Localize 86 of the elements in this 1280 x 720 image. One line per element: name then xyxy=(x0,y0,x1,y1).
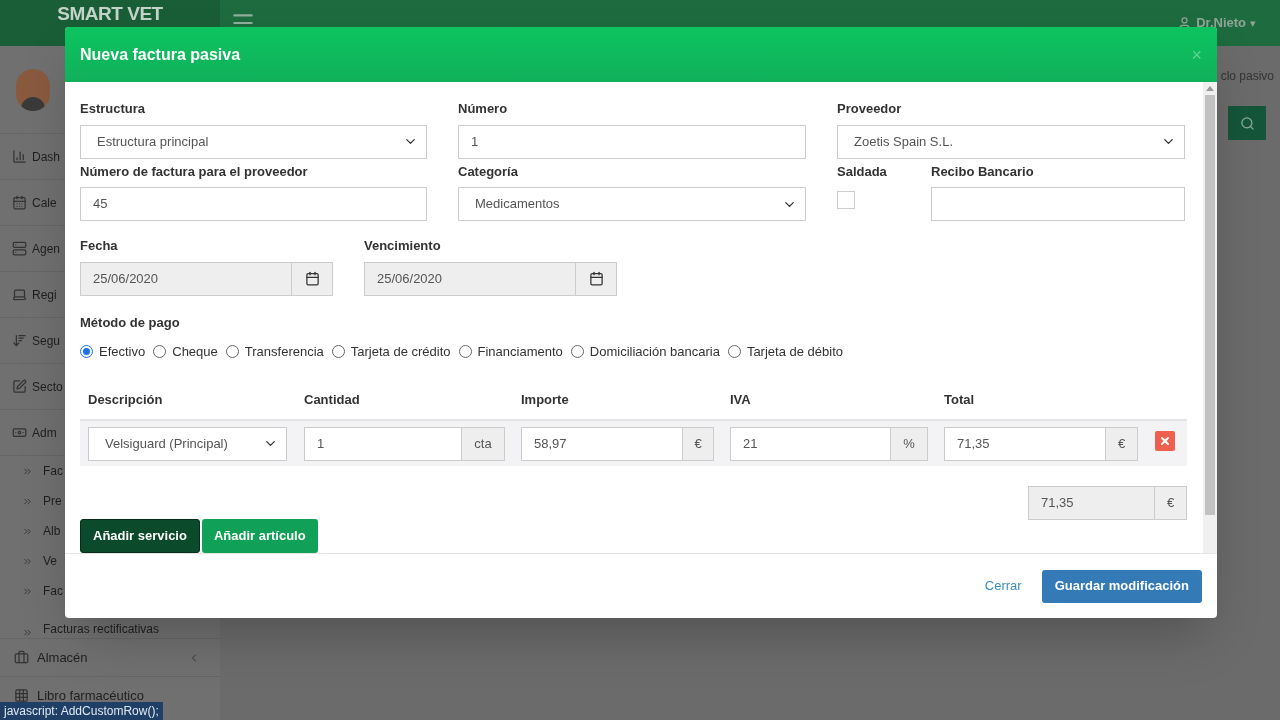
app-logo: SMART VET xyxy=(57,4,163,24)
field-label: Recibo Bancario xyxy=(931,162,1035,181)
sidebar-item[interactable]: Secto xyxy=(32,377,63,396)
close-link[interactable]: Cerrar xyxy=(984,576,1022,596)
unit-addon: € xyxy=(1155,486,1187,520)
input-field[interactable]: 25/06/2020 xyxy=(80,261,292,296)
sidebar-subitem[interactable]: Alb xyxy=(43,522,61,540)
sort-icon xyxy=(12,333,27,348)
field-label: Número xyxy=(458,100,509,118)
bar-chart-icon xyxy=(12,149,27,164)
unit-addon: % xyxy=(891,426,928,461)
sidebar-item[interactable]: Dash xyxy=(32,147,60,166)
column-header: Descripción xyxy=(88,391,163,407)
scroll-up-icon xyxy=(1206,86,1214,91)
sidebar-subitem[interactable]: Ve xyxy=(43,552,57,570)
sidebar-subitem[interactable]: Facturas rectificativas xyxy=(43,620,160,638)
double-chevron-icon xyxy=(22,627,33,638)
radio-label: Tarjeta de crédito xyxy=(350,343,451,361)
laptop-icon xyxy=(12,287,27,302)
save-button[interactable]: Guardar modificación xyxy=(1041,569,1202,603)
list-icon xyxy=(12,241,27,256)
radio-label: Tarjeta de débito xyxy=(746,343,843,361)
edit-icon xyxy=(12,379,27,394)
add-button[interactable]: Añadir servicio xyxy=(80,519,200,553)
field-label: Vencimiento xyxy=(364,237,442,255)
calendar-button[interactable] xyxy=(292,261,333,296)
calendar-icon xyxy=(12,195,27,210)
sidebar-item[interactable]: Cale xyxy=(32,193,57,212)
unit-addon: cta xyxy=(462,426,505,461)
field-label: Estructura xyxy=(80,100,147,118)
delete-row-button[interactable] xyxy=(1155,431,1175,451)
column-header: Importe xyxy=(521,391,569,407)
modal-title: Nueva factura pasiva xyxy=(80,44,241,65)
calendar-icon xyxy=(588,271,604,286)
avatar xyxy=(16,68,50,111)
input-field[interactable]: 25/06/2020 xyxy=(364,261,576,296)
case-icon xyxy=(14,650,29,665)
checkbox[interactable] xyxy=(837,191,855,209)
input-field[interactable]: 45 xyxy=(80,187,427,221)
field-label: Saldada xyxy=(837,162,888,181)
sidebar-subitem[interactable]: Pre xyxy=(43,492,62,510)
status-bar: javascript: AddCustomRow(); xyxy=(0,702,163,720)
sidebar-subitem[interactable]: Fac xyxy=(43,462,63,480)
sidebar-item[interactable]: Segu xyxy=(32,331,61,350)
select-field[interactable]: Medicamentos xyxy=(458,187,806,221)
user-menu[interactable]: Dr.Nieto xyxy=(1196,13,1246,33)
radio-label: Financiamento xyxy=(477,343,563,361)
search-button[interactable] xyxy=(1228,106,1266,140)
unit-addon: € xyxy=(683,426,714,461)
close-icon xyxy=(1159,435,1171,447)
add-button[interactable]: Añadir artículo xyxy=(201,519,318,553)
sidebar-subitem[interactable]: Fac xyxy=(43,582,63,600)
input-field[interactable]: 21 xyxy=(730,426,891,461)
sidebar-item[interactable]: Agen xyxy=(32,239,61,258)
grid-icon xyxy=(14,688,29,703)
input-field[interactable]: 1 xyxy=(304,426,462,461)
banknote-icon xyxy=(12,425,27,440)
caret-icon: ▾ xyxy=(1250,14,1256,32)
input-field[interactable]: 71,35 xyxy=(944,426,1106,461)
field-label: Número de factura para el proveedor xyxy=(80,162,309,181)
unit-addon: € xyxy=(1106,426,1138,461)
radio-label: Cheque xyxy=(172,343,218,361)
field-label: Fecha xyxy=(80,237,119,255)
input-field[interactable]: 71,35 xyxy=(1028,486,1155,520)
column-header: Cantidad xyxy=(304,391,360,407)
select-field[interactable]: Estructura principal xyxy=(80,124,427,159)
select-field[interactable]: Zoetis Spain S.L. xyxy=(837,124,1185,159)
input-field[interactable]: 1 xyxy=(458,124,806,159)
calendar-icon xyxy=(304,271,320,286)
scrollbar-thumb[interactable] xyxy=(1205,95,1215,515)
calendar-button[interactable] xyxy=(576,261,617,296)
input-field[interactable]: 58,97 xyxy=(521,426,683,461)
select-field[interactable]: Velsiguard (Principal) xyxy=(88,426,287,461)
sidebar-item[interactable]: Adm xyxy=(32,423,57,442)
column-header: IVA xyxy=(730,391,751,407)
field-label: Método de pago xyxy=(80,313,181,332)
input-field[interactable] xyxy=(931,187,1185,221)
sidebar-item[interactable]: Almacén xyxy=(37,647,88,668)
field-label: Categoría xyxy=(458,162,519,181)
radio-label: Transferencia xyxy=(244,343,324,361)
field-label: Proveedor xyxy=(837,100,903,118)
search-icon xyxy=(1239,115,1255,131)
radio-label: Domiciliación bancaria xyxy=(589,343,720,361)
radio-label: Efectivo xyxy=(99,343,146,361)
column-header: Total xyxy=(944,391,975,407)
sidebar-item[interactable]: Regi xyxy=(32,285,57,304)
